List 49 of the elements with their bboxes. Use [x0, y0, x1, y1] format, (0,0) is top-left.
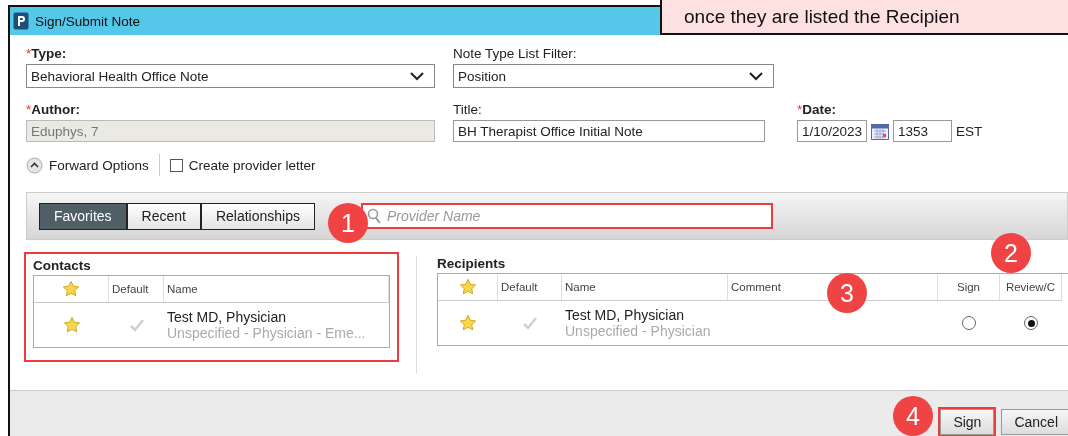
field-label: Type:: [31, 46, 67, 61]
column-header: Default: [109, 276, 164, 303]
calendar-icon[interactable]: [871, 122, 890, 140]
contact-detail: Unspecified - Physician - Eme...: [167, 325, 367, 341]
time-field[interactable]: 1353: [893, 120, 953, 142]
star-icon: [62, 280, 80, 298]
required-mark: *: [26, 102, 32, 117]
checkbox[interactable]: [169, 158, 183, 172]
radio-button[interactable]: [962, 316, 976, 330]
field-label: Title:: [453, 102, 482, 117]
column-header: Name: [562, 274, 728, 301]
section-title: Recipients: [437, 256, 507, 271]
radio-button[interactable]: [1024, 316, 1038, 330]
step-badge: 3: [827, 273, 867, 313]
sign-button[interactable]: Sign: [940, 409, 995, 435]
tab[interactable]: Relationships: [200, 202, 315, 230]
column-header: Name: [164, 276, 390, 303]
checkbox-label: Create provider letter: [188, 157, 316, 173]
cancel-button[interactable]: Cancel: [1001, 409, 1068, 435]
contact-name[interactable]: Test MD, Physician: [167, 309, 390, 325]
filter-dropdown[interactable]: Position: [453, 64, 774, 88]
collapse-icon[interactable]: [26, 156, 43, 174]
tab[interactable]: Recent: [126, 202, 201, 230]
tab[interactable]: Favorites: [39, 202, 127, 230]
star-icon: [458, 278, 477, 296]
field-label: Date:: [802, 102, 837, 117]
required-mark: *: [797, 102, 803, 117]
type-dropdown[interactable]: Behavioral Health Office Note: [26, 64, 435, 88]
field-label: Author:: [31, 102, 80, 117]
recipient-detail: Unspecified - Physician: [565, 323, 712, 339]
callout-text: once they are listed the Recipien: [684, 6, 960, 28]
required-mark: *: [26, 46, 32, 61]
window-title: Sign/Submit Note: [35, 13, 141, 29]
search-field[interactable]: Provider Name: [361, 203, 773, 229]
search-icon: [367, 208, 382, 224]
recipient-name[interactable]: Test MD, Physician: [565, 307, 728, 323]
title-field[interactable]: BH Therapist Office Initial Note: [453, 120, 765, 142]
step-badge: 2: [991, 233, 1031, 273]
date-field[interactable]: 1/10/2023: [797, 120, 868, 142]
app-logo-icon: [13, 12, 29, 30]
timezone-label: EST: [956, 123, 983, 139]
chevron-down-icon: [410, 71, 424, 81]
column-header: Default: [498, 274, 562, 301]
column-header: Sign: [938, 274, 1000, 301]
forward-options-toggle[interactable]: Forward Options: [49, 157, 149, 173]
section-title: Contacts: [33, 258, 92, 273]
column-header: Review/C: [1000, 274, 1062, 301]
chevron-down-icon: [749, 71, 763, 81]
field-label: Note Type List Filter:: [453, 46, 577, 61]
